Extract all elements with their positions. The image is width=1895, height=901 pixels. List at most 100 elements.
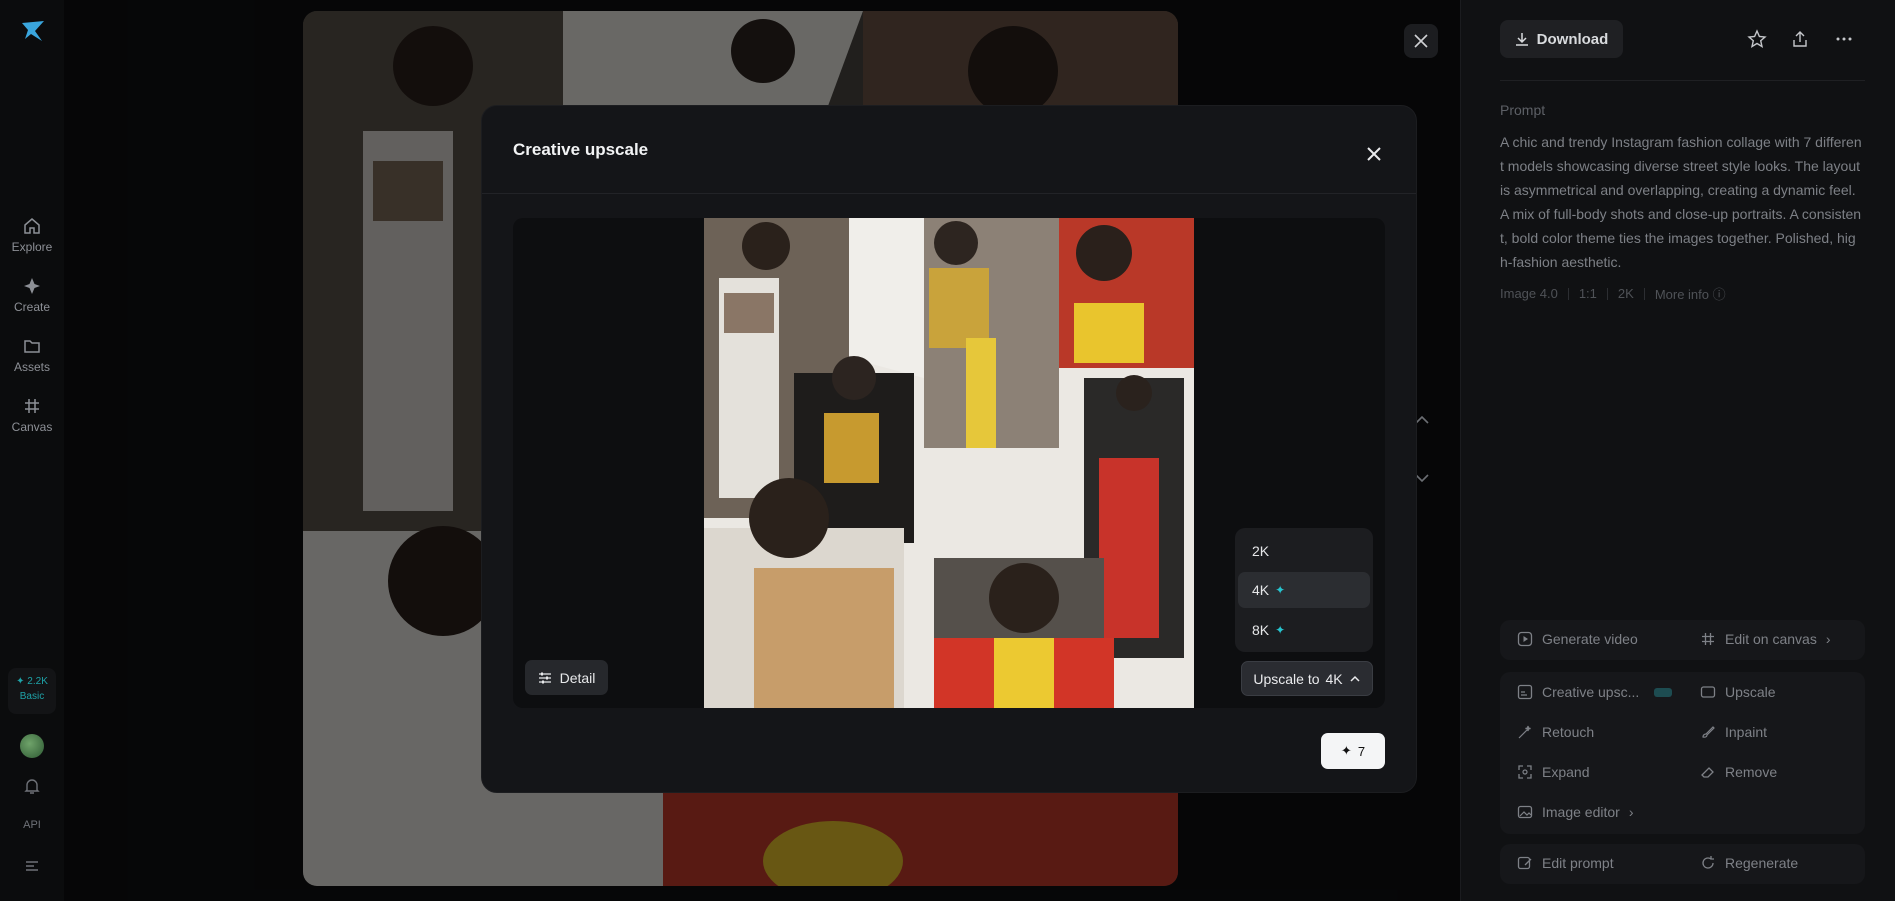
- regenerate-button[interactable]: Regenerate: [1700, 855, 1798, 871]
- nav-create[interactable]: Create: [0, 276, 64, 314]
- option-8k[interactable]: 8K ✦: [1238, 612, 1370, 648]
- nav-explore[interactable]: Explore: [0, 216, 64, 254]
- nav-create-label: Create: [13, 300, 51, 314]
- regenerate-label: Regenerate: [1725, 855, 1799, 871]
- preview-collage-art: [704, 218, 1194, 708]
- home-icon: [24, 218, 40, 234]
- edit-icon: [1517, 856, 1532, 870]
- meta-resolution: 2K: [1617, 286, 1634, 301]
- modal-divider: [482, 193, 1416, 194]
- folder-icon: [24, 340, 40, 353]
- generate-video-label: Generate video: [1542, 631, 1638, 647]
- sparkle-icon: [24, 278, 40, 294]
- nav-canvas[interactable]: Canvas: [0, 396, 64, 434]
- meta-separator: [1567, 287, 1569, 300]
- sparkle-icon: ✦: [1340, 743, 1352, 758]
- magic-wand-icon: [1518, 725, 1531, 739]
- resolution-dropdown: 2K 4K ✦ 8K ✦: [1235, 528, 1373, 652]
- credits-badge[interactable]: ✦ 2.2K Basic: [8, 668, 56, 714]
- credits-spark-icon: ✦: [16, 676, 25, 687]
- detail-label: Detail: [559, 669, 596, 686]
- edit-prompt-button[interactable]: Edit prompt: [1517, 855, 1614, 871]
- credits-amount: 2.2K: [27, 676, 48, 687]
- meta-separator: [1606, 287, 1608, 300]
- meta-ratio: 1:1: [1578, 286, 1597, 301]
- info-icon: ⓘ: [1712, 287, 1726, 302]
- nav-assets[interactable]: Assets: [0, 336, 64, 374]
- creative-upscale-label: Creative upsc...: [1542, 684, 1640, 700]
- more-icon[interactable]: [1834, 29, 1854, 49]
- image-editor-button[interactable]: Image editor ›: [1517, 804, 1634, 820]
- credits-plan: Basic: [19, 691, 45, 702]
- meta-separator: [1643, 287, 1645, 300]
- edit-prompt-label: Edit prompt: [1542, 855, 1614, 871]
- expand-label: Expand: [1542, 764, 1590, 780]
- new-badge: [1654, 687, 1673, 697]
- share-icon[interactable]: [1790, 29, 1810, 49]
- meta-model: Image 4.0: [1500, 286, 1558, 301]
- expand-icon: [1518, 765, 1532, 779]
- retouch-label: Retouch: [1542, 724, 1595, 740]
- prompt-text: A chic and trendy Instagram fashion coll…: [1500, 134, 1862, 270]
- generate-video-button[interactable]: Generate video: [1517, 631, 1638, 647]
- detail-button[interactable]: Detail: [525, 660, 608, 695]
- close-viewer-button[interactable]: [1404, 24, 1438, 58]
- close-icon[interactable]: [1361, 141, 1387, 167]
- header-divider: [1500, 80, 1865, 81]
- upscale-button[interactable]: Upscale: [1700, 684, 1776, 700]
- left-sidebar: Explore Create Assets Canvas ✦ 2.2K Basi…: [0, 0, 64, 901]
- modal-title: Creative upscale: [513, 140, 649, 159]
- upscale-submit-button[interactable]: ✦ 7: [1321, 733, 1385, 769]
- option-4k-label: 4K: [1252, 582, 1270, 598]
- chevron-right-icon: ›: [1628, 804, 1634, 820]
- star-icon[interactable]: [1747, 29, 1767, 49]
- preview-image: [704, 218, 1194, 708]
- nav-assets-label: Assets: [13, 360, 50, 374]
- inpaint-button[interactable]: Inpaint: [1700, 724, 1767, 740]
- refresh-icon: [1702, 856, 1714, 869]
- image-meta: Image 4.0 1:1 2K More info ⓘ: [1500, 284, 1726, 303]
- close-icon: [1414, 34, 1428, 48]
- sparkle-icon: ✦: [1275, 583, 1286, 597]
- image-icon: [1517, 805, 1533, 819]
- image-editor-label: Image editor: [1542, 804, 1620, 820]
- upscale-label: Upscale: [1725, 684, 1776, 700]
- option-2k-label: 2K: [1252, 543, 1270, 559]
- eraser-icon: [1701, 767, 1714, 778]
- option-2k[interactable]: 2K: [1238, 533, 1370, 569]
- download-label: Download: [1536, 30, 1609, 48]
- edit-on-canvas-label: Edit on canvas: [1725, 631, 1817, 647]
- upscale-value: 4K: [1325, 670, 1343, 687]
- retouch-button[interactable]: Retouch: [1517, 724, 1594, 740]
- play-icon: [1517, 631, 1533, 647]
- more-info-link[interactable]: More info ⓘ: [1655, 284, 1726, 303]
- bell-icon[interactable]: [22, 776, 42, 796]
- sliders-icon: [538, 672, 551, 683]
- upscale-resolution-select[interactable]: Upscale to 4K: [1241, 661, 1373, 696]
- edit-on-canvas-button[interactable]: Edit on canvas ›: [1700, 631, 1831, 647]
- grid-icon: [25, 399, 39, 413]
- cost-label: 7: [1357, 743, 1366, 759]
- upscale-prefix: Upscale to: [1253, 670, 1320, 687]
- nav-explore-label: Explore: [11, 240, 53, 254]
- chevron-right-icon: ›: [1825, 631, 1831, 647]
- brush-icon: [1702, 726, 1715, 738]
- remove-label: Remove: [1725, 764, 1778, 780]
- app-logo[interactable]: [20, 20, 46, 42]
- expand-button[interactable]: Expand: [1517, 764, 1589, 780]
- nav-canvas-label: Canvas: [11, 420, 53, 434]
- sparkle-icon: ✦: [1275, 623, 1286, 637]
- option-8k-label: 8K: [1252, 622, 1270, 638]
- menu-icon[interactable]: [22, 856, 42, 876]
- api-link[interactable]: API: [0, 819, 64, 831]
- avatar[interactable]: [20, 734, 44, 758]
- download-icon: [1515, 33, 1528, 46]
- creative-upscale-button[interactable]: Creative upsc...: [1517, 684, 1673, 700]
- option-4k[interactable]: 4K ✦: [1238, 572, 1370, 608]
- download-button[interactable]: Download: [1500, 20, 1623, 58]
- chevron-up-icon: [1350, 675, 1360, 682]
- prompt-label: Prompt: [1500, 102, 1546, 118]
- remove-button[interactable]: Remove: [1700, 764, 1777, 780]
- inpaint-label: Inpaint: [1725, 724, 1768, 740]
- grid-icon: [1702, 633, 1714, 645]
